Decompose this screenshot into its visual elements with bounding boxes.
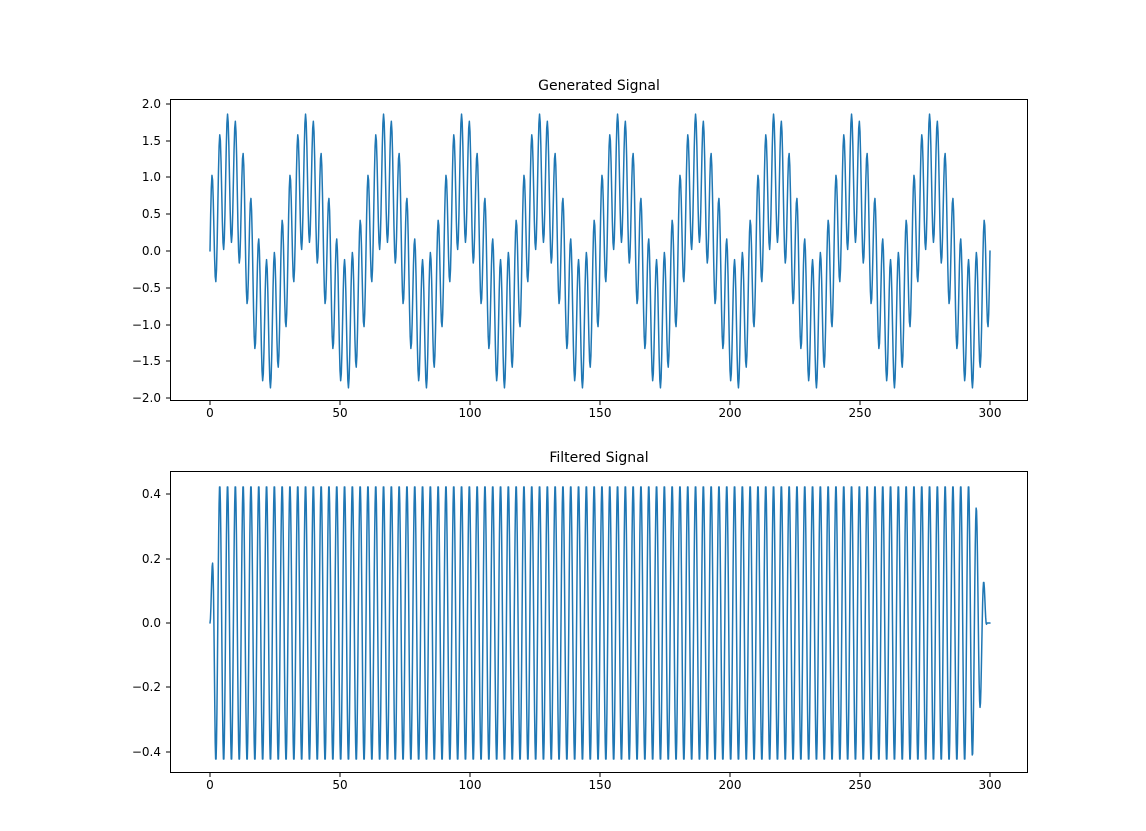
y-tick-mark: [166, 287, 171, 288]
x-tick-mark: [210, 772, 211, 777]
y-tick-mark: [166, 214, 171, 215]
x-tick-mark: [990, 772, 991, 777]
y-tick-label: 0.4: [142, 487, 161, 501]
y-tick-label: −0.2: [132, 680, 161, 694]
y-tick-mark: [166, 177, 171, 178]
y-tick-label: −0.5: [132, 281, 161, 295]
y-tick-mark: [166, 751, 171, 752]
y-tick-mark: [166, 103, 171, 104]
x-tick-mark: [600, 400, 601, 405]
y-tick-label: 0.5: [142, 207, 161, 221]
axes-title: Generated Signal: [171, 78, 1027, 94]
axes-filtered-signal: Filtered Signal 050100150200250300−0.4−0…: [170, 471, 1028, 773]
axes-generated-signal: Generated Signal 050100150200250300−2.0−…: [170, 99, 1028, 401]
x-tick-label: 0: [206, 406, 214, 420]
x-tick-label: 300: [979, 778, 1002, 792]
x-tick-mark: [210, 400, 211, 405]
x-tick-mark: [990, 400, 991, 405]
y-tick-label: 0.2: [142, 552, 161, 566]
x-tick-mark: [340, 400, 341, 405]
x-tick-label: 200: [719, 406, 742, 420]
y-tick-mark: [166, 558, 171, 559]
x-tick-mark: [730, 400, 731, 405]
y-tick-label: 0.0: [142, 616, 161, 630]
y-tick-mark: [166, 361, 171, 362]
y-tick-mark: [166, 623, 171, 624]
x-tick-mark: [600, 772, 601, 777]
x-tick-mark: [470, 772, 471, 777]
y-tick-label: 1.5: [142, 134, 161, 148]
line-plot-filtered: [171, 472, 1027, 772]
x-tick-mark: [340, 772, 341, 777]
y-tick-label: −1.0: [132, 318, 161, 332]
x-tick-label: 150: [589, 406, 612, 420]
y-tick-label: −1.5: [132, 354, 161, 368]
x-tick-label: 50: [332, 406, 347, 420]
x-tick-label: 250: [849, 406, 872, 420]
y-tick-mark: [166, 398, 171, 399]
y-tick-label: 2.0: [142, 97, 161, 111]
x-tick-label: 250: [849, 778, 872, 792]
x-tick-mark: [470, 400, 471, 405]
y-tick-mark: [166, 494, 171, 495]
x-tick-mark: [730, 772, 731, 777]
y-tick-mark: [166, 251, 171, 252]
y-tick-mark: [166, 687, 171, 688]
y-tick-label: 0.0: [142, 244, 161, 258]
x-tick-mark: [860, 772, 861, 777]
axes-title: Filtered Signal: [171, 450, 1027, 466]
x-tick-label: 0: [206, 778, 214, 792]
x-tick-label: 100: [459, 778, 482, 792]
y-tick-label: −2.0: [132, 391, 161, 405]
x-tick-label: 200: [719, 778, 742, 792]
x-tick-label: 50: [332, 778, 347, 792]
x-tick-label: 100: [459, 406, 482, 420]
y-tick-mark: [166, 324, 171, 325]
y-tick-mark: [166, 140, 171, 141]
line-plot-generated: [171, 100, 1027, 400]
figure: Generated Signal 0 50 100 150 200 250 300 −2.0 −…: [0, 0, 1146, 831]
x-tick-mark: [860, 400, 861, 405]
x-tick-label: 300: [979, 406, 1002, 420]
y-tick-label: 1.0: [142, 170, 161, 184]
x-tick-label: 150: [589, 778, 612, 792]
y-tick-label: −0.4: [132, 745, 161, 759]
